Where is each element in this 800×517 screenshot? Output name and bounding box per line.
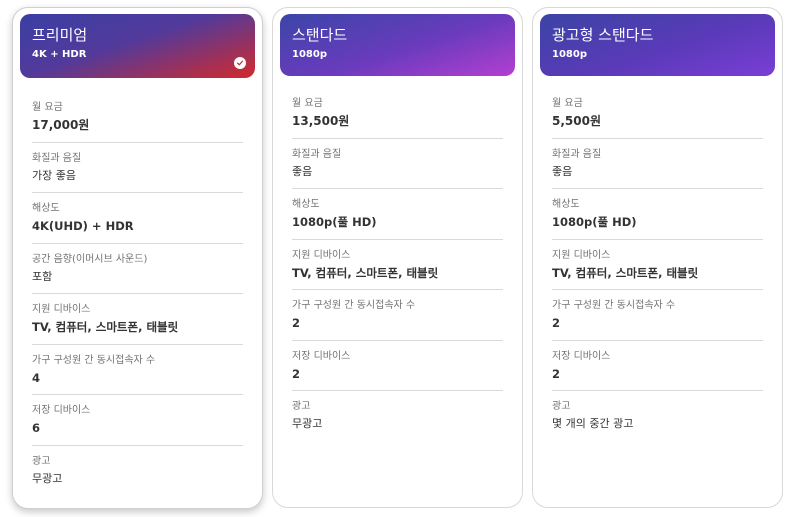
- detail-value: TV, 컴퓨터, 스마트폰, 태블릿: [32, 320, 179, 334]
- detail-label: 광고: [552, 401, 571, 412]
- plan-details: 월 요금 17,000원 화질과 음질 가장 좋음 해상도 4K(UHD) + …: [20, 78, 255, 496]
- detail-value: 2: [292, 366, 301, 381]
- detail-value: 17,000원: [32, 118, 90, 132]
- detail-row-streams: 가구 구성원 간 동시접속자 수 2: [552, 290, 763, 341]
- detail-row-downloads: 저장 디바이스 2: [552, 341, 763, 391]
- detail-row-price: 월 요금 5,500원: [552, 88, 763, 139]
- plan-card-premium[interactable]: 프리미엄 4K + HDR 월 요금 17,000원 화질과 음질 가장 좋음 …: [12, 7, 263, 509]
- detail-value: 2: [292, 316, 301, 330]
- detail-label: 저장 디바이스: [292, 350, 351, 362]
- detail-label: 지원 디바이스: [32, 304, 91, 315]
- detail-row-resolution: 해상도 1080p(풀 HD): [292, 189, 503, 240]
- detail-label: 화질과 음질: [552, 148, 602, 160]
- plan-header-standard-with-ads: 광고형 스탠다드 1080p: [540, 14, 775, 76]
- plan-header-premium: 프리미엄 4K + HDR: [20, 14, 255, 78]
- detail-label: 가구 구성원 간 동시접속자 수: [552, 300, 676, 311]
- detail-label: 광고: [292, 401, 311, 412]
- detail-label: 월 요금: [552, 98, 583, 109]
- detail-label: 저장 디바이스: [552, 350, 611, 362]
- detail-value: 5,500원: [552, 114, 601, 128]
- detail-label: 해상도: [292, 199, 320, 210]
- detail-value: 좋음: [292, 164, 313, 178]
- detail-value: 13,500원: [292, 114, 350, 128]
- detail-label: 지원 디바이스: [552, 249, 611, 261]
- plan-details: 월 요금 13,500원 화질과 음질 좋음 해상도 1080p(풀 HD) 지…: [280, 76, 515, 442]
- detail-label: 해상도: [32, 203, 60, 214]
- detail-value: 6: [32, 421, 41, 435]
- detail-row-resolution: 해상도 4K(UHD) + HDR: [32, 193, 243, 244]
- plan-card-standard[interactable]: 스탠다드 1080p 월 요금 13,500원 화질과 음질 좋음 해상도 10…: [272, 7, 523, 508]
- plan-card-standard-with-ads[interactable]: 광고형 스탠다드 1080p 월 요금 5,500원 화질과 음질 좋음 해상도…: [532, 7, 783, 508]
- detail-row-devices: 지원 디바이스 TV, 컴퓨터, 스마트폰, 태블릿: [292, 240, 503, 290]
- detail-label: 가구 구성원 간 동시접속자 수: [32, 354, 156, 366]
- plan-resolution: 4K + HDR: [32, 49, 87, 60]
- detail-value: TV, 컴퓨터, 스마트폰, 태블릿: [552, 265, 699, 280]
- detail-value: 포함: [32, 269, 53, 283]
- detail-label: 가구 구성원 간 동시접속자 수: [292, 300, 416, 311]
- detail-row-downloads: 저장 디바이스 2: [292, 341, 503, 391]
- detail-row-ads: 광고 몇 개의 중간 광고: [552, 391, 763, 442]
- detail-label: 해상도: [552, 199, 580, 210]
- detail-label: 광고: [32, 455, 51, 467]
- plan-header-standard: 스탠다드 1080p: [280, 14, 515, 76]
- plan-name: 스탠다드: [292, 26, 348, 44]
- detail-row-price: 월 요금 17,000원: [32, 92, 243, 143]
- detail-row-downloads: 저장 디바이스 6: [32, 395, 243, 446]
- detail-value: TV, 컴퓨터, 스마트폰, 태블릿: [292, 265, 439, 280]
- plan-details: 월 요금 5,500원 화질과 음질 좋음 해상도 1080p(풀 HD) 지원…: [540, 76, 775, 442]
- plan-resolution: 1080p: [552, 49, 587, 60]
- detail-row-streams: 가구 구성원 간 동시접속자 수 4: [32, 345, 243, 395]
- detail-row-quality: 화질과 음질 좋음: [292, 139, 503, 189]
- detail-row-devices: 지원 디바이스 TV, 컴퓨터, 스마트폰, 태블릿: [32, 294, 243, 345]
- detail-label: 지원 디바이스: [292, 249, 351, 261]
- plan-cards: 프리미엄 4K + HDR 월 요금 17,000원 화질과 음질 가장 좋음 …: [0, 0, 800, 517]
- detail-label: 월 요금: [32, 102, 63, 113]
- detail-value: 1080p(풀 HD): [552, 215, 637, 229]
- detail-value: 무광고: [292, 417, 323, 430]
- detail-value: 가장 좋음: [32, 168, 76, 182]
- detail-value: 4K(UHD) + HDR: [32, 219, 134, 233]
- detail-value: 1080p(풀 HD): [292, 215, 377, 229]
- detail-value: 2: [552, 316, 561, 330]
- detail-label: 저장 디바이스: [32, 405, 91, 416]
- detail-label: 화질과 음질: [292, 148, 342, 160]
- check-circle-icon: [234, 57, 246, 69]
- detail-row-ads: 광고 무광고: [32, 446, 243, 497]
- detail-row-quality: 화질과 음질 가장 좋음: [32, 143, 243, 193]
- detail-row-resolution: 해상도 1080p(풀 HD): [552, 189, 763, 240]
- detail-value: 몇 개의 중간 광고: [552, 417, 634, 430]
- plan-name: 광고형 스탠다드: [552, 26, 654, 44]
- plan-name: 프리미엄: [32, 26, 88, 44]
- detail-label: 화질과 음질: [32, 152, 82, 164]
- detail-row-ads: 광고 무광고: [292, 391, 503, 442]
- detail-row-spatial-audio: 공간 음향(이머시브 사운드) 포함: [32, 244, 243, 294]
- detail-row-price: 월 요금 13,500원: [292, 88, 503, 139]
- detail-row-quality: 화질과 음질 좋음: [552, 139, 763, 189]
- detail-label: 공간 음향(이머시브 사운드): [32, 253, 148, 265]
- detail-label: 월 요금: [292, 98, 323, 109]
- detail-value: 무광고: [32, 471, 63, 485]
- detail-value: 좋음: [552, 164, 573, 178]
- detail-value: 2: [552, 366, 561, 381]
- detail-row-devices: 지원 디바이스 TV, 컴퓨터, 스마트폰, 태블릿: [552, 240, 763, 290]
- detail-row-streams: 가구 구성원 간 동시접속자 수 2: [292, 290, 503, 341]
- detail-value: 4: [32, 370, 41, 385]
- plan-resolution: 1080p: [292, 49, 327, 60]
